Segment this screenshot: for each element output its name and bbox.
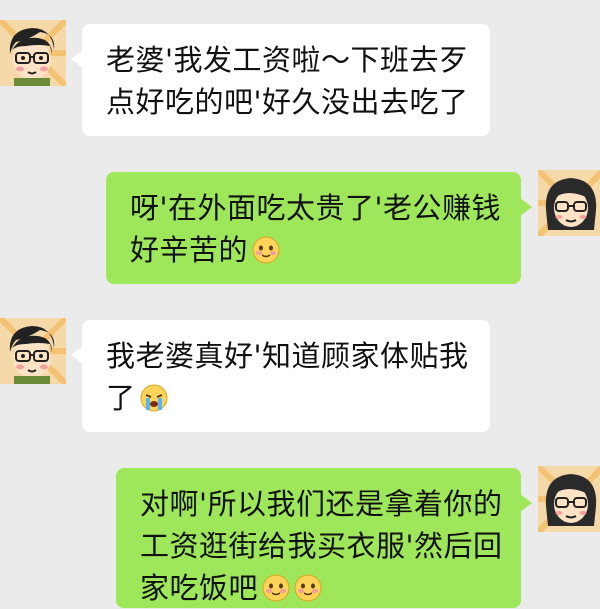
message-text: 好辛苦的 <box>130 233 249 267</box>
message-text-line: 工资逛街给我买衣服'然后回 <box>140 529 503 563</box>
cartoon-man-icon <box>0 20 66 86</box>
blush-emoji-icon <box>252 236 280 264</box>
message-text-line: 我老婆真好'知道顾家体贴我 <box>106 339 469 373</box>
avatar-husband[interactable] <box>0 20 66 86</box>
message-text-line-with-emoji: 好辛苦的 <box>130 229 499 271</box>
cartoon-woman-icon <box>538 466 600 532</box>
avatar-husband[interactable] <box>0 318 66 384</box>
message-bubble-4[interactable]: 对啊'所以我们还是拿着你的 工资逛街给我买衣服'然后回 家吃饭吧 <box>116 468 532 609</box>
avatar-wife[interactable] <box>538 466 600 532</box>
message-text-line-with-emoji: 家吃饭吧 <box>140 567 499 609</box>
message-text-line: 老婆'我发工资啦～下班去歹 <box>106 43 469 77</box>
message-text-line-with-emoji: 了 <box>106 377 468 419</box>
cartoon-woman-icon <box>538 170 600 236</box>
message-bubble-1[interactable]: 老婆'我发工资啦～下班去歹 点好吃的吧'好久没出去吃了 <box>71 24 490 136</box>
message-text: 了 <box>106 381 136 415</box>
message-bubble-3[interactable]: 我老婆真好'知道顾家体贴我 了 <box>71 320 490 432</box>
message-text: 家吃饭吧 <box>140 571 259 605</box>
message-text-line: 呀'在外面吃太贵了'老公赚钱 <box>130 191 501 225</box>
blush-emoji-icon <box>294 574 322 602</box>
message-text-line: 对啊'所以我们还是拿着你的 <box>140 487 503 521</box>
message-bubble-2[interactable]: 呀'在外面吃太贵了'老公赚钱 好辛苦的 <box>106 172 532 284</box>
crying-emoji-icon <box>140 384 168 412</box>
blush-emoji-icon <box>262 574 290 602</box>
avatar-wife[interactable] <box>538 170 600 236</box>
message-text-line: 点好吃的吧'好久没出去吃了 <box>106 85 469 119</box>
cartoon-man-icon <box>0 318 66 384</box>
